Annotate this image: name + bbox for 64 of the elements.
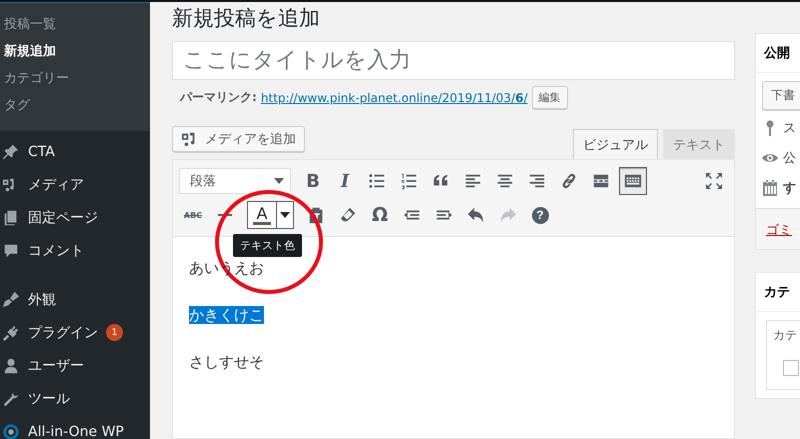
publish-setting-text: ス bbox=[783, 120, 796, 137]
caret-icon bbox=[274, 178, 284, 184]
panel-title: 公開 bbox=[756, 34, 800, 73]
horizontal-line-icon bbox=[218, 214, 232, 216]
text-color-button[interactable]: A bbox=[247, 201, 276, 229]
submenu-item[interactable]: 新規追加 bbox=[0, 38, 150, 65]
format-dropdown[interactable]: 段落 bbox=[179, 168, 291, 194]
bulleted-list-icon bbox=[368, 172, 386, 190]
menu-item[interactable]: プラグイン bbox=[28, 324, 98, 342]
plug-icon bbox=[2, 324, 20, 342]
redo-icon bbox=[499, 206, 517, 224]
menu-item[interactable]: メディア bbox=[28, 176, 84, 194]
keyboard-icon bbox=[624, 172, 642, 190]
paragraph-text: かきくけこ bbox=[189, 306, 264, 324]
numbered-list-icon bbox=[400, 172, 418, 190]
read-more-icon bbox=[592, 172, 610, 190]
save-draft-button[interactable]: 下書 bbox=[762, 81, 800, 110]
menu-item[interactable]: CTA bbox=[28, 144, 55, 160]
menu-item[interactable]: コメント bbox=[28, 242, 84, 260]
brush-icon bbox=[2, 290, 20, 308]
tooltip: テキスト色 bbox=[233, 234, 302, 257]
bold-button[interactable]: B bbox=[299, 167, 327, 195]
panel-title: カテ bbox=[756, 273, 800, 312]
publish-setting-text: 公 bbox=[783, 150, 796, 167]
menu-item[interactable]: ユーザー bbox=[28, 356, 84, 374]
editor-tab[interactable]: ビジュアル bbox=[573, 129, 658, 159]
permalink-label: パーマリンク: bbox=[180, 89, 257, 106]
expand-arrows-icon bbox=[705, 172, 723, 190]
help-button[interactable]: ? bbox=[526, 201, 554, 229]
menu-item[interactable]: ツール bbox=[28, 390, 70, 408]
align-left-icon bbox=[464, 172, 482, 190]
edit-permalink-button[interactable]: 編集 bbox=[532, 86, 568, 109]
caret-icon bbox=[280, 212, 290, 218]
link-icon bbox=[560, 172, 578, 190]
clipboard-icon bbox=[307, 206, 325, 224]
italic-button[interactable]: I bbox=[331, 167, 359, 195]
eraser-icon bbox=[339, 206, 357, 224]
menu-item[interactable]: 固定ページ bbox=[28, 208, 98, 226]
menu-item[interactable]: All-in-One WP bbox=[28, 424, 124, 439]
pin-icon bbox=[2, 142, 20, 160]
submenu-item[interactable]: タグ bbox=[0, 92, 150, 119]
align-right-icon bbox=[528, 172, 546, 190]
submenu-item[interactable]: カテゴリー bbox=[0, 65, 150, 92]
text-color-dropdown-button[interactable] bbox=[276, 201, 294, 229]
page-title: 新規投稿を追加 bbox=[172, 5, 321, 31]
user-icon bbox=[2, 356, 20, 374]
permalink-link[interactable]: http://www.pink-planet.online/2019/11/03/6/ bbox=[260, 90, 528, 104]
speech-bubble-icon bbox=[2, 242, 20, 260]
align-center-icon bbox=[496, 172, 514, 190]
paragraph-text: さしすせそ bbox=[189, 353, 264, 371]
toggle-button[interactable] bbox=[619, 167, 647, 195]
update-count-badge: 1 bbox=[106, 324, 123, 341]
menu-item[interactable]: 外観 bbox=[28, 290, 56, 308]
undo-icon bbox=[467, 206, 485, 224]
publish-setting-text: す bbox=[783, 180, 796, 197]
title-input-field[interactable]: ここにタイトルを入力 bbox=[172, 41, 735, 80]
wrench-icon bbox=[2, 390, 20, 408]
category-tab[interactable]: カテ bbox=[773, 327, 799, 344]
category-checkbox[interactable] bbox=[783, 360, 799, 376]
special-character-button[interactable]: Ω bbox=[366, 201, 394, 229]
strikethrough-button[interactable]: ABC bbox=[179, 201, 207, 229]
calendar-icon bbox=[762, 179, 778, 197]
submenu-item[interactable]: 投稿一覧 bbox=[0, 11, 150, 38]
add-media-button[interactable]: メディアを追加 bbox=[172, 126, 305, 152]
